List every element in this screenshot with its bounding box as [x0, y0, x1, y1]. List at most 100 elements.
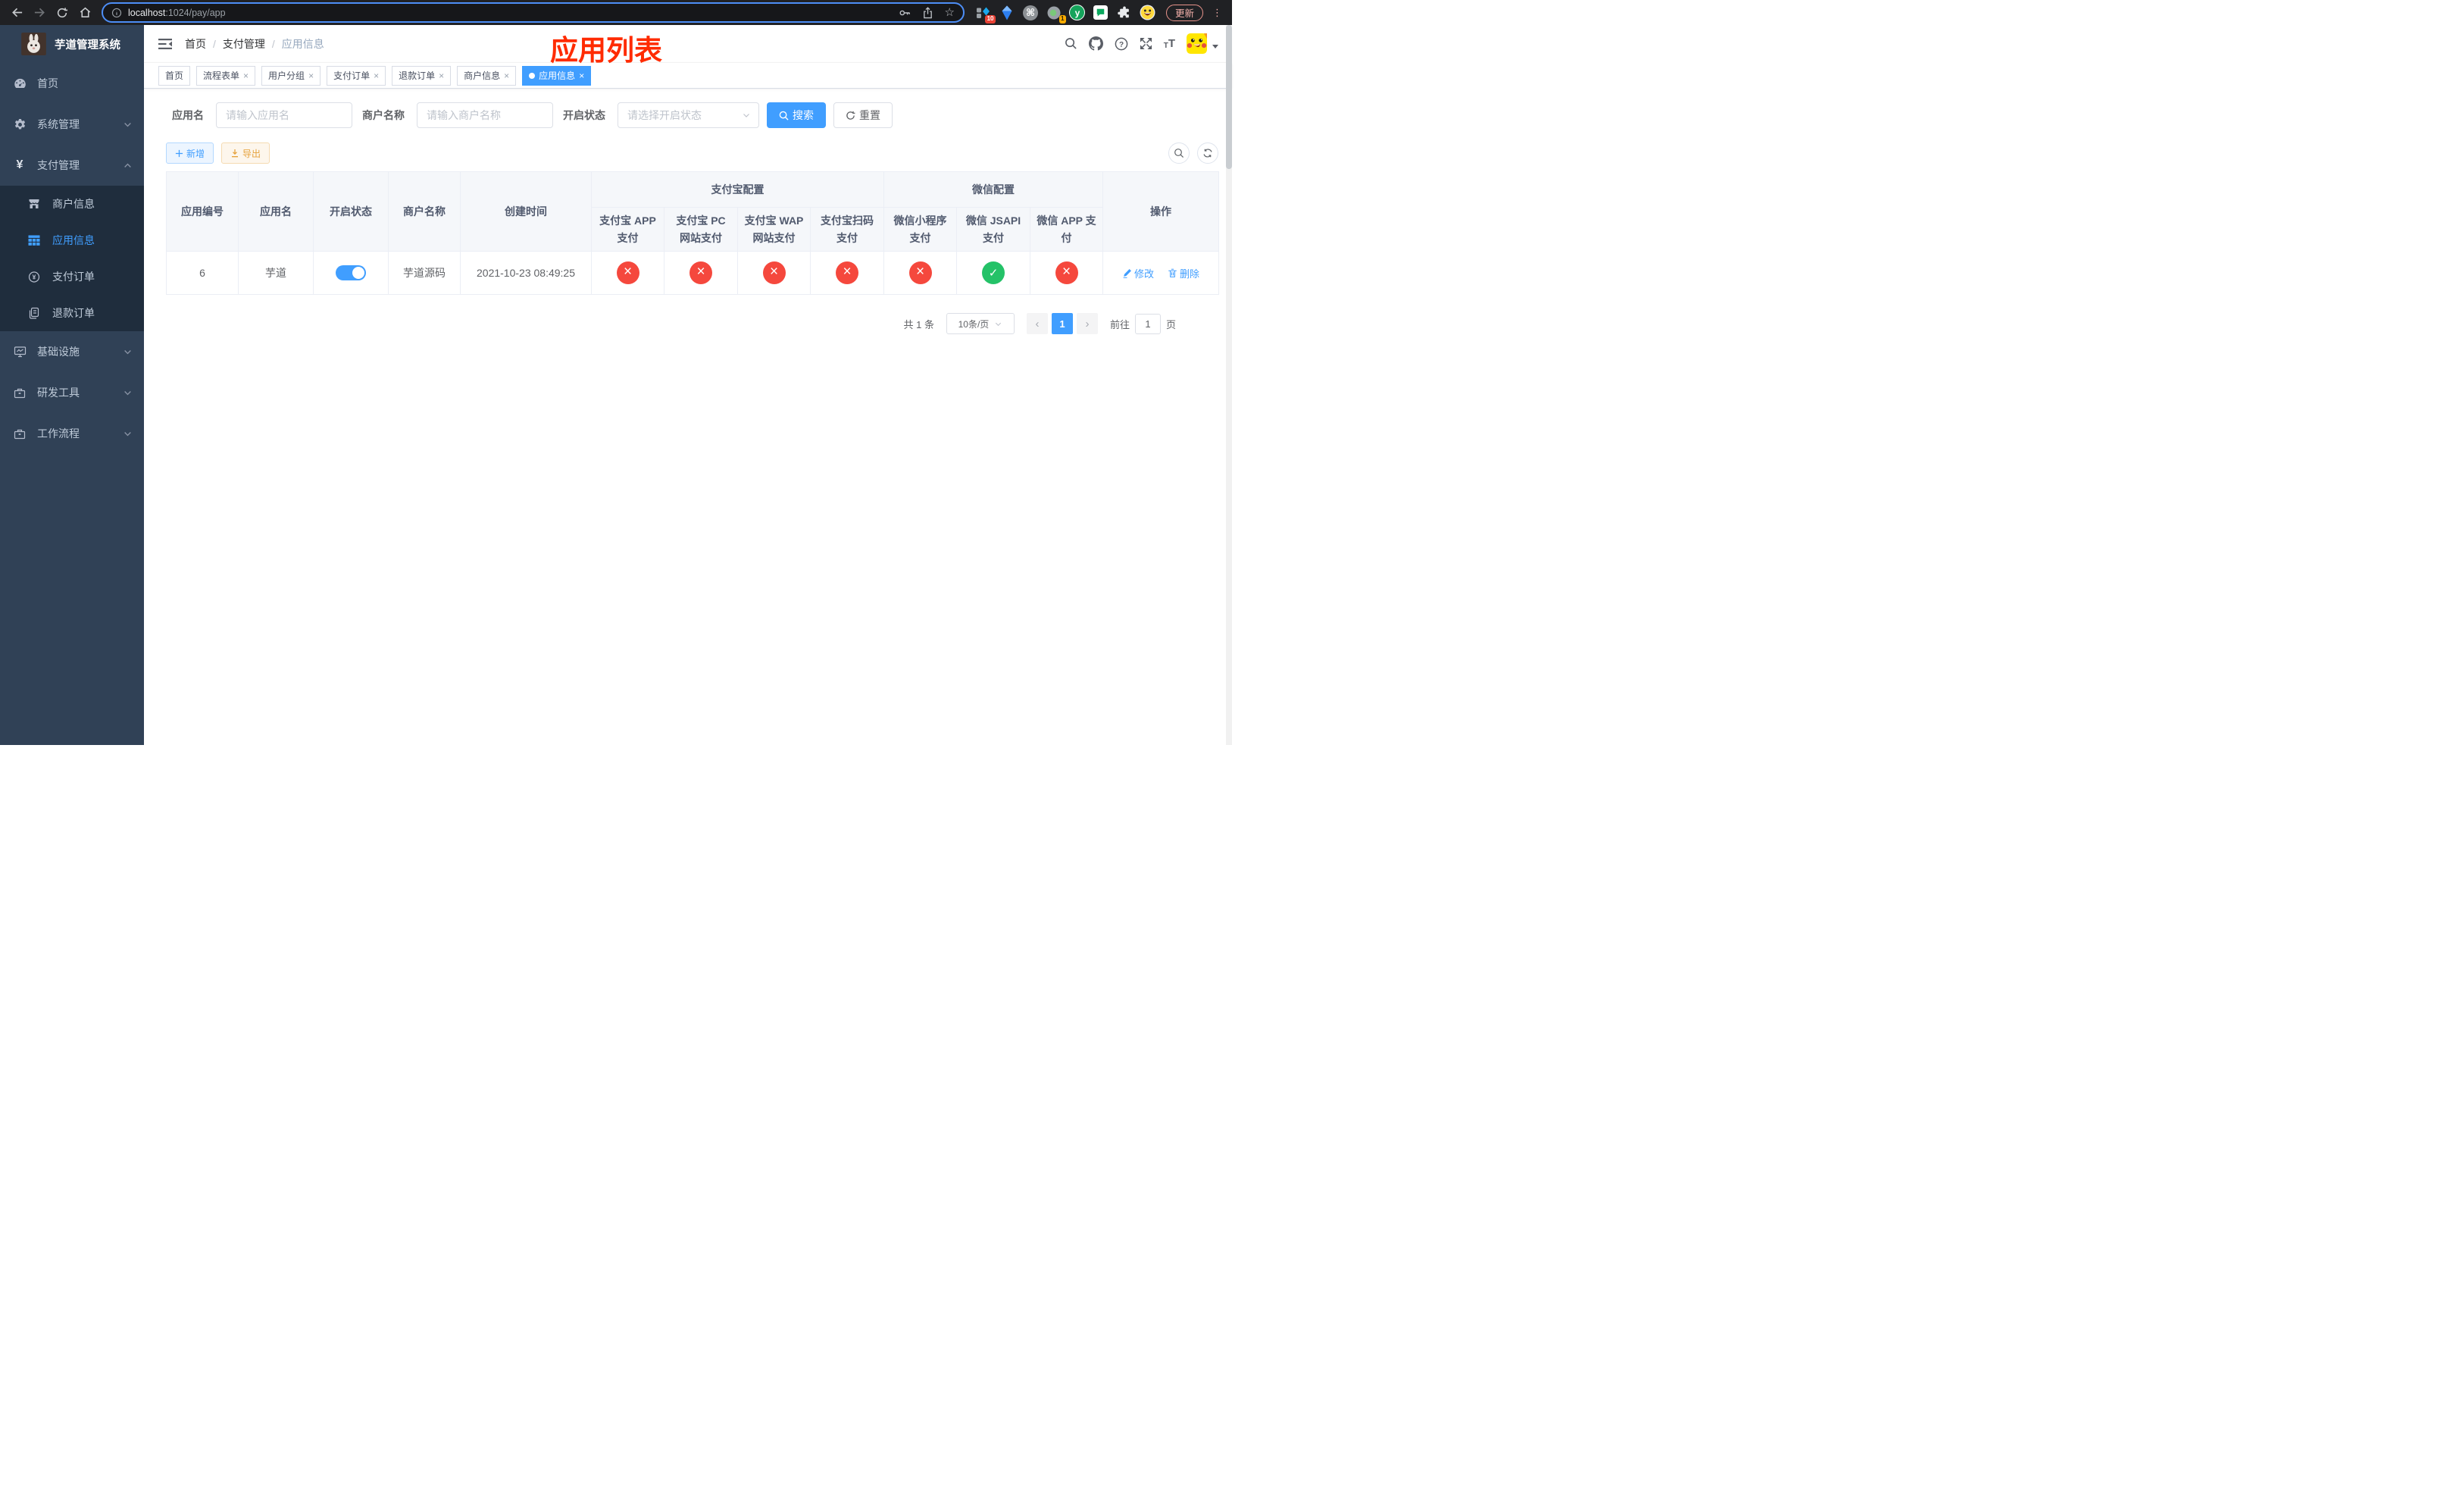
tag-process-form[interactable]: 流程表单 × [196, 65, 256, 86]
extension-recorder-icon[interactable]: 1 [1046, 5, 1066, 23]
sidebar-item-pay-orders[interactable]: ¥ 支付订单 [0, 258, 144, 295]
chrome-update-button[interactable]: 更新 [1165, 4, 1203, 21]
sidebar-item-merchant-info[interactable]: 商户信息 [0, 186, 144, 222]
group-header-wechat: 微信配置 [883, 171, 1104, 208]
extension-panels-icon[interactable]: 10 [975, 5, 996, 23]
url-bar[interactable]: localhost:1024/pay/app ☆ [102, 2, 965, 23]
merchant-name-input[interactable] [417, 102, 553, 128]
extension-command-icon[interactable]: ⌘ [1022, 5, 1039, 21]
puzzle-icon [1118, 5, 1129, 17]
goto-label: 前往 [1109, 318, 1130, 330]
tag-home[interactable]: 首页 [158, 65, 191, 86]
font-size-button[interactable]: TT [1164, 37, 1175, 50]
col-header-wechat-app: 微信 APP 支付 [1029, 207, 1104, 252]
chevron-down-icon [124, 389, 132, 397]
status-switch[interactable] [336, 265, 366, 280]
col-header-created: 创建时间 [460, 171, 592, 252]
sidebar-item-app-info[interactable]: 应用信息 [0, 222, 144, 258]
grid-icon [28, 235, 40, 246]
fullscreen-button[interactable] [1140, 37, 1152, 50]
logo-rabbit-image [21, 33, 46, 55]
password-key-icon[interactable] [899, 7, 911, 19]
home-icon [80, 7, 90, 17]
forward-button[interactable] [29, 3, 50, 23]
tag-refund-orders[interactable]: 退款订单 × [392, 65, 452, 86]
bookmark-star-icon[interactable]: ☆ [945, 7, 955, 18]
y-circle-icon: y [1069, 5, 1086, 20]
close-icon[interactable]: × [243, 71, 249, 80]
close-icon[interactable]: × [579, 71, 584, 80]
close-icon[interactable]: × [504, 71, 509, 80]
tag-app-info-active[interactable]: 应用信息 × [522, 65, 592, 86]
app-name-input[interactable] [216, 102, 352, 128]
tag-pay-orders[interactable]: 支付订单 × [327, 65, 386, 86]
page-scrollbar[interactable] [1226, 25, 1232, 745]
scrollbar-thumb[interactable] [1226, 25, 1232, 169]
toggle-search-button[interactable] [1168, 142, 1190, 164]
sidebar-item-refund-orders[interactable]: 退款订单 [0, 295, 144, 331]
breadcrumb-section[interactable]: 支付管理 [223, 36, 265, 52]
status-alipay-app-icon [616, 261, 639, 284]
close-icon[interactable]: × [308, 71, 314, 80]
extension-y-icon[interactable]: y [1069, 5, 1086, 21]
user-avatar-menu[interactable] [1187, 33, 1218, 54]
reload-icon [57, 7, 68, 17]
status-label: 开启状态 [563, 109, 605, 121]
github-button[interactable] [1088, 36, 1103, 51]
tag-merchant-info[interactable]: 商户信息 × [457, 65, 517, 86]
edit-pencil-icon [1123, 268, 1131, 278]
table-tools [1168, 142, 1218, 164]
cell-created: 2021-10-23 08:49:25 [460, 251, 592, 295]
status-alipay-pc-icon [689, 261, 712, 284]
forward-icon [34, 8, 45, 17]
profile-avatar[interactable] [1140, 5, 1156, 21]
search-button[interactable]: 搜索 [767, 102, 826, 128]
browser-menu-button[interactable]: ⋮ [1209, 7, 1226, 19]
prev-page-button[interactable]: ‹ [1026, 313, 1048, 334]
sidebar-item-workflow[interactable]: 工作流程 [0, 413, 144, 454]
page-number-current[interactable]: 1 [1051, 313, 1073, 334]
sidebar-item-infrastructure[interactable]: 基础设施 [0, 331, 144, 372]
reload-button[interactable] [52, 3, 73, 23]
breadcrumb-current: 应用信息 [281, 37, 324, 50]
reset-button[interactable]: 重置 [833, 102, 893, 128]
page-size-select[interactable]: 10条/页 [946, 313, 1015, 334]
sidebar-collapse-button[interactable] [158, 38, 172, 50]
chevron-down-icon [743, 114, 749, 117]
avatar [1187, 33, 1207, 54]
status-select[interactable]: 请选择开启状态 [618, 102, 759, 128]
share-icon[interactable] [922, 6, 933, 19]
back-button[interactable] [6, 3, 27, 23]
close-icon[interactable]: × [439, 71, 444, 80]
extensions-strip: 10 ⌘ 1 y [971, 5, 1161, 23]
refresh-table-button[interactable] [1197, 142, 1218, 164]
sidebar-item-payment[interactable]: ¥ 支付管理 [0, 145, 144, 186]
page-content: 应用名 商户名称 开启状态 请选择开启状态 搜索 [144, 89, 1232, 334]
extension-kite-icon[interactable] [999, 5, 1015, 21]
header-search-button[interactable] [1065, 37, 1077, 50]
add-button[interactable]: 新增 [166, 142, 214, 164]
col-header-app-id: 应用编号 [166, 171, 239, 252]
breadcrumb-home[interactable]: 首页 [185, 36, 206, 52]
extension-chat-icon[interactable] [1093, 5, 1109, 21]
breadcrumb: 首页 / 支付管理 / 应用信息 [185, 36, 324, 52]
chevron-down-icon [996, 322, 1002, 326]
goto-page-input[interactable] [1134, 313, 1161, 334]
edit-link[interactable]: 修改 [1122, 266, 1154, 280]
home-button[interactable] [74, 3, 95, 23]
sidebar-item-home[interactable]: 首页 [0, 63, 144, 104]
col-header-app-name: 应用名 [238, 171, 314, 252]
site-info-icon[interactable] [111, 8, 122, 18]
refresh-icon [1203, 149, 1212, 158]
docs-help-button[interactable]: ? [1115, 37, 1128, 51]
extensions-puzzle-button[interactable] [1116, 5, 1133, 21]
tag-user-group[interactable]: 用户分组 × [261, 65, 321, 86]
sidebar-item-dev-tools[interactable]: 研发工具 [0, 372, 144, 413]
url-path: :1024/pay/app [165, 7, 226, 18]
next-page-button[interactable]: › [1076, 313, 1098, 334]
export-button[interactable]: 导出 [221, 142, 270, 164]
sidebar-item-system[interactable]: 系统管理 [0, 104, 144, 145]
delete-link[interactable]: 删除 [1168, 266, 1199, 280]
close-icon[interactable]: × [374, 71, 379, 80]
sidebar-logo[interactable]: 芋道管理系统 [0, 25, 144, 63]
